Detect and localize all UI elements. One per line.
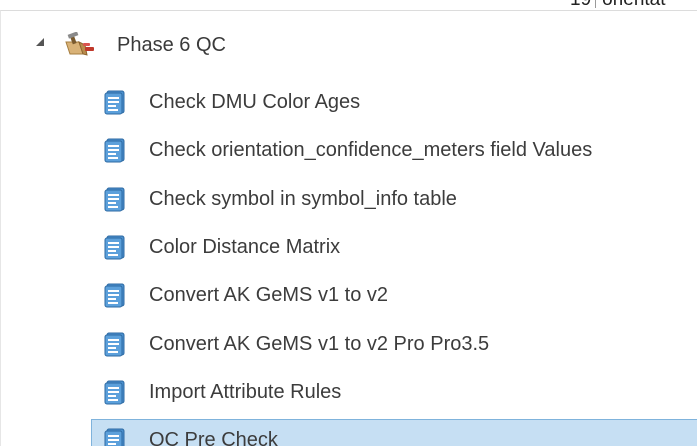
tree-item-label: Check DMU Color Ages — [149, 91, 361, 113]
python-script-icon — [102, 88, 130, 116]
python-script-icon — [102, 233, 130, 261]
python-script-icon — [102, 378, 130, 406]
tree-item-label: Convert AK GeMS v1 to v2 Pro Pro3.5 — [149, 332, 490, 355]
python-script-icon — [102, 426, 130, 446]
tree-item-label: Color Distance Matrix — [149, 235, 341, 258]
tree-item-label: QC Pre Check — [149, 429, 278, 446]
background-peek-number: 19 — [570, 0, 591, 10]
tree-item-script[interactable]: Check DMU Color Ages — [1, 81, 697, 121]
python-script-icon — [102, 136, 130, 164]
tree-item-script[interactable]: QC Pre Check — [1, 419, 697, 446]
toolbox-icon — [63, 31, 97, 58]
python-script-icon — [102, 330, 130, 358]
tree-item-script[interactable]: Import Attribute Rules — [1, 371, 697, 411]
tree-item-script[interactable]: Check symbol in symbol_info table — [1, 178, 697, 218]
tree-item-script[interactable]: Check orientation_confidence_meters fiel… — [1, 129, 697, 169]
tree-node-label: Phase 6 QC — [117, 34, 226, 56]
tree-item-label: Check orientation_confidence_meters fiel… — [149, 139, 593, 162]
tree-node-phase-6-qc[interactable]: Phase 6 QC — [1, 25, 697, 65]
tree-item-label: Check symbol in symbol_info table — [149, 187, 457, 210]
catalog-tree-panel: Phase 6 QC Check DMU Color Ages Check or… — [0, 10, 697, 446]
tree-item-script[interactable]: Convert AK GeMS v1 to v2 Pro Pro3.5 — [1, 323, 697, 363]
python-script-icon — [102, 281, 130, 309]
tree-item-script[interactable]: Color Distance Matrix — [1, 226, 697, 266]
column-separator — [595, 0, 597, 8]
python-script-icon — [102, 185, 130, 213]
tree-item-label: Convert AK GeMS v1 to v2 — [149, 284, 388, 307]
tree-item-script[interactable]: Convert AK GeMS v1 to v2 — [1, 274, 697, 314]
tree-item-label: Import Attribute Rules — [149, 380, 342, 403]
background-peek-label: orientat — [602, 0, 665, 10]
